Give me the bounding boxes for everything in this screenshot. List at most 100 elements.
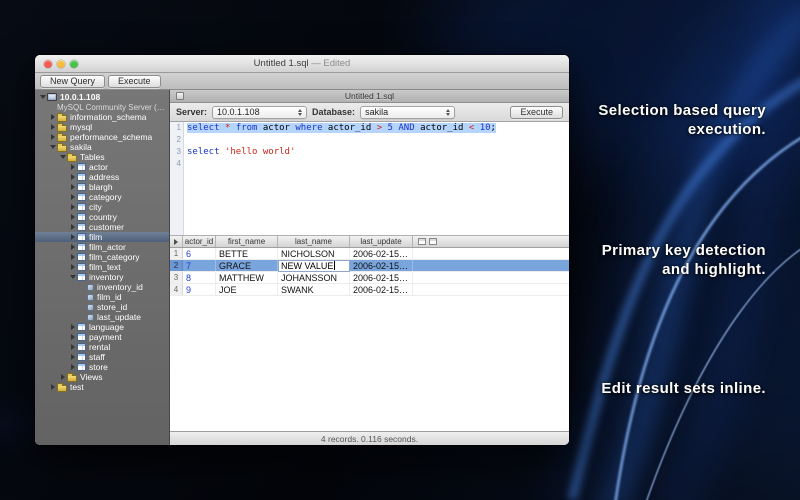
disclosure-triangle-icon[interactable] xyxy=(68,234,77,240)
disclosure-triangle-icon[interactable] xyxy=(68,275,77,279)
cell-first_name[interactable]: JOE xyxy=(216,284,278,296)
tree-item-blargh[interactable]: blargh xyxy=(35,182,169,192)
server-select[interactable]: 10.0.1.108 xyxy=(212,106,307,119)
disclosure-triangle-icon[interactable] xyxy=(68,254,77,260)
disclosure-triangle-icon[interactable] xyxy=(68,214,77,220)
disclosure-triangle-icon[interactable] xyxy=(38,95,47,99)
minimize-window-button[interactable] xyxy=(57,60,65,68)
tree-item-address[interactable]: address xyxy=(35,172,169,182)
execute-toolbar-button[interactable]: Execute xyxy=(108,75,161,88)
disclosure-triangle-icon[interactable] xyxy=(68,344,77,350)
tree-item-inventory[interactable]: inventory xyxy=(35,272,169,282)
disclosure-triangle-icon[interactable] xyxy=(68,264,77,270)
tree-item-information-schema[interactable]: information_schema xyxy=(35,112,169,122)
tree-item-inventory-id[interactable]: inventory_id xyxy=(35,282,169,292)
disclosure-triangle-icon[interactable] xyxy=(58,374,67,380)
result-row-2[interactable]: 27GRACENEW VALUE2006-02-15… xyxy=(170,260,569,272)
new-query-button[interactable]: New Query xyxy=(40,75,105,88)
disclosure-triangle-icon[interactable] xyxy=(48,124,57,130)
cell-actor_id[interactable]: 9 xyxy=(183,284,216,296)
disclosure-triangle-icon[interactable] xyxy=(48,134,57,140)
tree-item-10-0-1-108[interactable]: 10.0.1.108 xyxy=(35,92,169,102)
tree-item-test[interactable]: test xyxy=(35,382,169,392)
column-header-first_name[interactable]: first_name xyxy=(216,236,278,247)
cell-last_update[interactable]: 2006-02-15… xyxy=(350,272,413,284)
tree-item-film[interactable]: film xyxy=(35,232,169,242)
disclosure-triangle-icon[interactable] xyxy=(68,324,77,330)
disclosure-triangle-icon[interactable] xyxy=(48,145,57,149)
cell-last_name[interactable]: JOHANSSON xyxy=(278,272,350,284)
titlebar[interactable]: Untitled 1.sql — Edited xyxy=(35,55,569,73)
tree-item-rental[interactable]: rental xyxy=(35,342,169,352)
disclosure-triangle-icon[interactable] xyxy=(68,194,77,200)
editor-line-2[interactable]: 2 xyxy=(170,134,569,146)
cell-last_name[interactable]: NICHOLSON xyxy=(278,248,350,260)
disclosure-triangle-icon[interactable] xyxy=(68,244,77,250)
disclosure-triangle-icon[interactable] xyxy=(68,174,77,180)
zoom-window-button[interactable] xyxy=(70,60,78,68)
cell-last_update[interactable]: 2006-02-15… xyxy=(350,284,413,296)
result-grid-icon[interactable] xyxy=(429,238,437,245)
execute-query-button[interactable]: Execute xyxy=(510,106,563,119)
database-select[interactable]: sakila xyxy=(360,106,455,119)
tree-item-actor[interactable]: actor xyxy=(35,162,169,172)
cell-first_name[interactable]: GRACE xyxy=(216,260,278,272)
disclosure-triangle-icon[interactable] xyxy=(68,184,77,190)
tree-item-store-id[interactable]: store_id xyxy=(35,302,169,312)
tree-item-country[interactable]: country xyxy=(35,212,169,222)
close-window-button[interactable] xyxy=(44,60,52,68)
cell-actor_id[interactable]: 8 xyxy=(183,272,216,284)
disclosure-triangle-icon[interactable] xyxy=(68,164,77,170)
results-rows: 16BETTENICHOLSON2006-02-15…27GRACENEW VA… xyxy=(170,248,569,296)
tree-item-store[interactable]: store xyxy=(35,362,169,372)
tab-untitled-1[interactable]: Untitled 1.sql xyxy=(170,91,569,101)
tree-item-film-text[interactable]: film_text xyxy=(35,262,169,272)
sql-editor[interactable]: 1select * from actor where actor_id > 5 … xyxy=(170,122,569,236)
tree-item-film-id[interactable]: film_id xyxy=(35,292,169,302)
disclosure-triangle-icon[interactable] xyxy=(68,364,77,370)
disclosure-triangle-icon[interactable] xyxy=(58,155,67,159)
tree-item-performance-schema[interactable]: performance_schema xyxy=(35,132,169,142)
result-row-4[interactable]: 49JOESWANK2006-02-15… xyxy=(170,284,569,296)
cell-last_update[interactable]: 2006-02-15… xyxy=(350,260,413,272)
disclosure-triangle-icon[interactable] xyxy=(48,114,57,120)
disclosure-triangle-icon[interactable] xyxy=(68,354,77,360)
tree-item-film-category[interactable]: film_category xyxy=(35,252,169,262)
disclosure-triangle-icon[interactable] xyxy=(48,384,57,390)
document-icon[interactable] xyxy=(176,92,184,100)
disclosure-triangle-icon[interactable] xyxy=(68,334,77,340)
cell-first_name[interactable]: MATTHEW xyxy=(216,272,278,284)
tree-item-customer[interactable]: customer xyxy=(35,222,169,232)
code-text: select * from actor where actor_id > 5 A… xyxy=(183,122,496,134)
disclosure-triangle-icon[interactable] xyxy=(68,224,77,230)
cell-last_name[interactable]: NEW VALUE xyxy=(278,260,350,272)
tree-item-payment[interactable]: payment xyxy=(35,332,169,342)
cell-last_name[interactable]: SWANK xyxy=(278,284,350,296)
editor-line-3[interactable]: 3select 'hello world' xyxy=(170,146,569,158)
tree-item-staff[interactable]: staff xyxy=(35,352,169,362)
tree-item-views[interactable]: Views xyxy=(35,372,169,382)
tree-item-city[interactable]: city xyxy=(35,202,169,212)
column-header-last_name[interactable]: last_name xyxy=(278,236,350,247)
disclosure-triangle-icon[interactable] xyxy=(174,239,178,245)
tree-item-film-actor[interactable]: film_actor xyxy=(35,242,169,252)
cell-last_update[interactable]: 2006-02-15… xyxy=(350,248,413,260)
cell-actor_id[interactable]: 7 xyxy=(183,260,216,272)
column-header-actor_id[interactable]: actor_id xyxy=(183,236,216,247)
tree-item-mysql-community-server-gpl-5-6-1[interactable]: MySQL Community Server (GPL) 5.6.1... xyxy=(35,102,169,112)
tree-item-last-update[interactable]: last_update xyxy=(35,312,169,322)
result-row-3[interactable]: 38MATTHEWJOHANSSON2006-02-15… xyxy=(170,272,569,284)
cell-actor_id[interactable]: 6 xyxy=(183,248,216,260)
tree-item-category[interactable]: category xyxy=(35,192,169,202)
result-row-1[interactable]: 16BETTENICHOLSON2006-02-15… xyxy=(170,248,569,260)
editor-line-1[interactable]: 1select * from actor where actor_id > 5 … xyxy=(170,122,569,134)
tree-item-tables[interactable]: Tables xyxy=(35,152,169,162)
tree-item-sakila[interactable]: sakila xyxy=(35,142,169,152)
disclosure-triangle-icon[interactable] xyxy=(68,204,77,210)
cell-first_name[interactable]: BETTE xyxy=(216,248,278,260)
tree-item-mysql[interactable]: mysql xyxy=(35,122,169,132)
column-header-last_update[interactable]: last_update xyxy=(350,236,413,247)
result-grid-icon[interactable] xyxy=(418,238,426,245)
editor-line-4[interactable]: 4 xyxy=(170,158,569,170)
tree-item-language[interactable]: language xyxy=(35,322,169,332)
